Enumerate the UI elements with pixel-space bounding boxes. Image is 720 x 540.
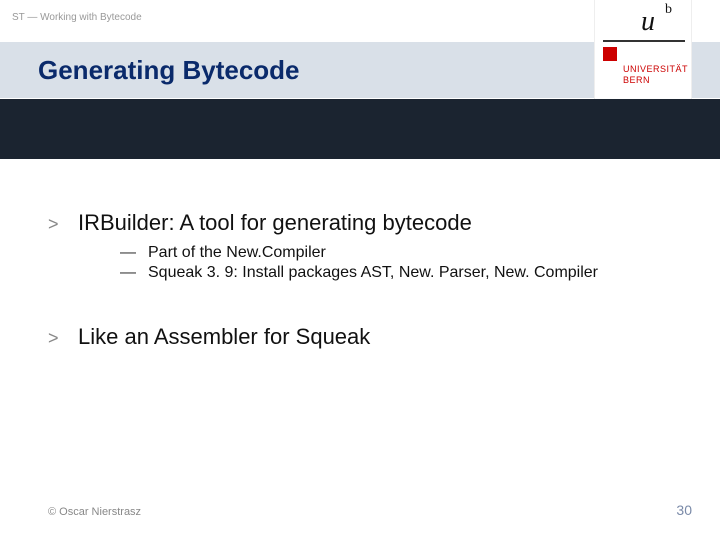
logo-letter-u: u [641, 6, 655, 38]
sub-item: — Part of the New.Compiler [120, 244, 680, 262]
sub-item: — Squeak 3. 9: Install packages AST, New… [120, 264, 680, 282]
sub-list: — Part of the New.Compiler — Squeak 3. 9… [120, 244, 680, 282]
sub-text: Squeak 3. 9: Install packages AST, New. … [148, 264, 598, 282]
bullet-marker-icon: > [48, 214, 78, 235]
logo-square-icon [603, 47, 617, 61]
bullet-item: > IRBuilder: A tool for generating bytec… [48, 210, 680, 236]
footer-copyright: © Oscar Nierstrasz [48, 506, 141, 518]
sub-marker-icon: — [120, 264, 148, 282]
dark-band [0, 99, 720, 159]
slide: ST — Working with Bytecode Generating By… [0, 0, 720, 540]
bullet-item: > Like an Assembler for Squeak [48, 324, 680, 350]
logo-line1: UNIVERSITÄT [623, 64, 688, 74]
breadcrumb: ST — Working with Bytecode [12, 12, 142, 23]
university-logo: u b UNIVERSITÄT BERN [594, 0, 692, 100]
logo-line2: BERN [623, 75, 650, 85]
logo-rule [603, 40, 685, 42]
logo-letter-b: b [665, 2, 672, 18]
sub-marker-icon: — [120, 244, 148, 262]
page-number: 30 [676, 502, 692, 518]
bullet-marker-icon: > [48, 328, 78, 349]
logo-text: UNIVERSITÄT BERN [623, 64, 688, 87]
sub-text: Part of the New.Compiler [148, 244, 326, 262]
bullet-text: IRBuilder: A tool for generating bytecod… [78, 210, 472, 236]
page-title: Generating Bytecode [38, 55, 300, 86]
bullet-text: Like an Assembler for Squeak [78, 324, 370, 350]
content-area: > IRBuilder: A tool for generating bytec… [48, 210, 680, 352]
